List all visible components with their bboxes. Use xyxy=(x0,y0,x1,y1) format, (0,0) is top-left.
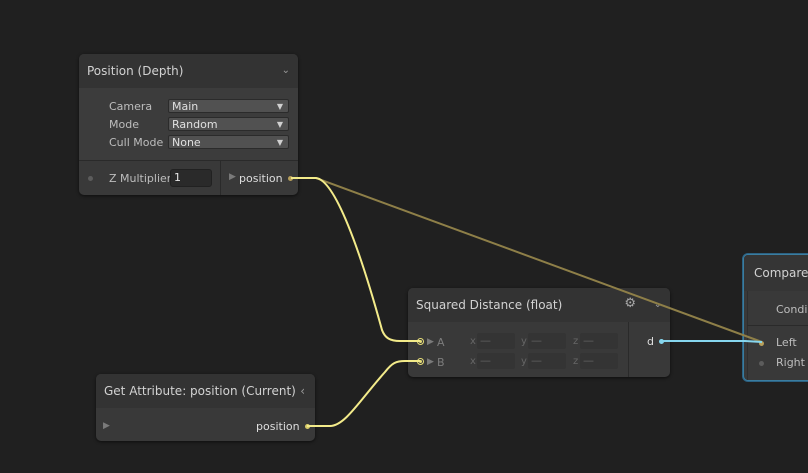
z-multiplier-input-port[interactable] xyxy=(88,176,93,181)
divider xyxy=(747,325,808,326)
dropdown-arrow-icon: ▼ xyxy=(276,102,283,111)
d-output-port[interactable] xyxy=(659,339,664,344)
position-output-label: position xyxy=(239,172,283,185)
node-title: Get Attribute: position (Current) xyxy=(104,384,296,398)
setting-label-mode: Mode xyxy=(109,118,139,131)
cull-mode-dropdown-value: None xyxy=(172,136,201,149)
divider xyxy=(79,160,298,161)
node-get-attribute-position[interactable]: Get Attribute: position (Current) ‹ ▶ po… xyxy=(96,374,315,441)
z-multiplier-input[interactable]: 1 xyxy=(170,169,212,187)
camera-dropdown-value: Main xyxy=(172,100,199,113)
left-input-port[interactable] xyxy=(759,341,764,346)
triangle-right-icon[interactable]: ▶ xyxy=(103,421,110,431)
camera-dropdown[interactable]: Main ▼ xyxy=(168,99,289,113)
node-title: Position (Depth) xyxy=(87,64,184,78)
setting-label-camera: Camera xyxy=(109,100,153,113)
chevron-left-icon[interactable]: ‹ xyxy=(300,384,305,398)
dropdown-arrow-icon: ▼ xyxy=(276,138,283,147)
axis-label-x: x xyxy=(470,356,476,367)
chevron-down-icon[interactable]: ⌄ xyxy=(282,65,290,76)
position-output-port[interactable] xyxy=(288,176,293,181)
input-a-z-field[interactable]: — xyxy=(580,333,618,349)
input-a-port[interactable] xyxy=(417,338,424,345)
axis-label-x: x xyxy=(470,336,476,347)
axis-label-y: y xyxy=(521,336,527,347)
mode-dropdown[interactable]: Random ▼ xyxy=(168,117,289,131)
position-output-label: position xyxy=(256,420,300,433)
wire-position-to-a[interactable] xyxy=(291,177,420,342)
cull-mode-dropdown[interactable]: None ▼ xyxy=(168,135,289,149)
node-compare[interactable]: Compare Condi Left Right xyxy=(743,254,808,381)
right-input-port[interactable] xyxy=(759,361,764,366)
chevron-down-icon[interactable]: ⌄ xyxy=(654,299,662,310)
node-squared-distance[interactable]: Squared Distance (float) ⚙ ⌄ ▶ A x — y —… xyxy=(408,288,670,377)
input-b-port[interactable] xyxy=(417,358,424,365)
triangle-right-icon[interactable]: ▶ xyxy=(427,337,434,347)
input-b-label: B xyxy=(437,356,445,369)
triangle-right-icon[interactable]: ▶ xyxy=(229,172,236,182)
d-output-label: d xyxy=(647,335,654,348)
node-header[interactable]: Get Attribute: position (Current) ‹ xyxy=(96,374,315,408)
right-input-label: Right xyxy=(776,356,805,369)
input-b-z-field[interactable]: — xyxy=(580,353,618,369)
node-title: Compare xyxy=(754,266,808,280)
mode-dropdown-value: Random xyxy=(172,118,218,131)
node-position-depth[interactable]: Position (Depth) ⌄ Camera Main ▼ Mode Ra… xyxy=(79,54,298,195)
node-header[interactable]: Squared Distance (float) ⚙ ⌄ xyxy=(408,288,670,322)
divider xyxy=(628,322,629,377)
input-a-x-field[interactable]: — xyxy=(477,333,515,349)
node-header[interactable]: Compare xyxy=(744,255,808,291)
gear-icon[interactable]: ⚙ xyxy=(624,296,636,311)
input-a-label: A xyxy=(437,336,445,349)
axis-label-y: y xyxy=(521,356,527,367)
axis-label-z: z xyxy=(573,356,579,367)
setting-label-cull-mode: Cull Mode xyxy=(109,136,164,149)
axis-label-z: z xyxy=(573,336,579,347)
left-input-label: Left xyxy=(776,336,797,349)
divider xyxy=(220,161,221,195)
condition-label: Condi xyxy=(776,303,808,316)
dropdown-arrow-icon: ▼ xyxy=(276,120,283,129)
node-title: Squared Distance (float) xyxy=(416,298,563,312)
input-a-y-field[interactable]: — xyxy=(528,333,566,349)
wire-attribute-to-b[interactable] xyxy=(307,360,420,427)
divider xyxy=(747,291,748,380)
position-output-port[interactable] xyxy=(305,424,310,429)
z-multiplier-label: Z Multiplier xyxy=(109,172,172,185)
input-b-y-field[interactable]: — xyxy=(528,353,566,369)
node-settings: Camera Main ▼ Mode Random ▼ Cull Mode No… xyxy=(79,88,298,160)
input-b-x-field[interactable]: — xyxy=(477,353,515,369)
node-header[interactable]: Position (Depth) ⌄ xyxy=(79,54,298,88)
triangle-right-icon[interactable]: ▶ xyxy=(427,357,434,367)
